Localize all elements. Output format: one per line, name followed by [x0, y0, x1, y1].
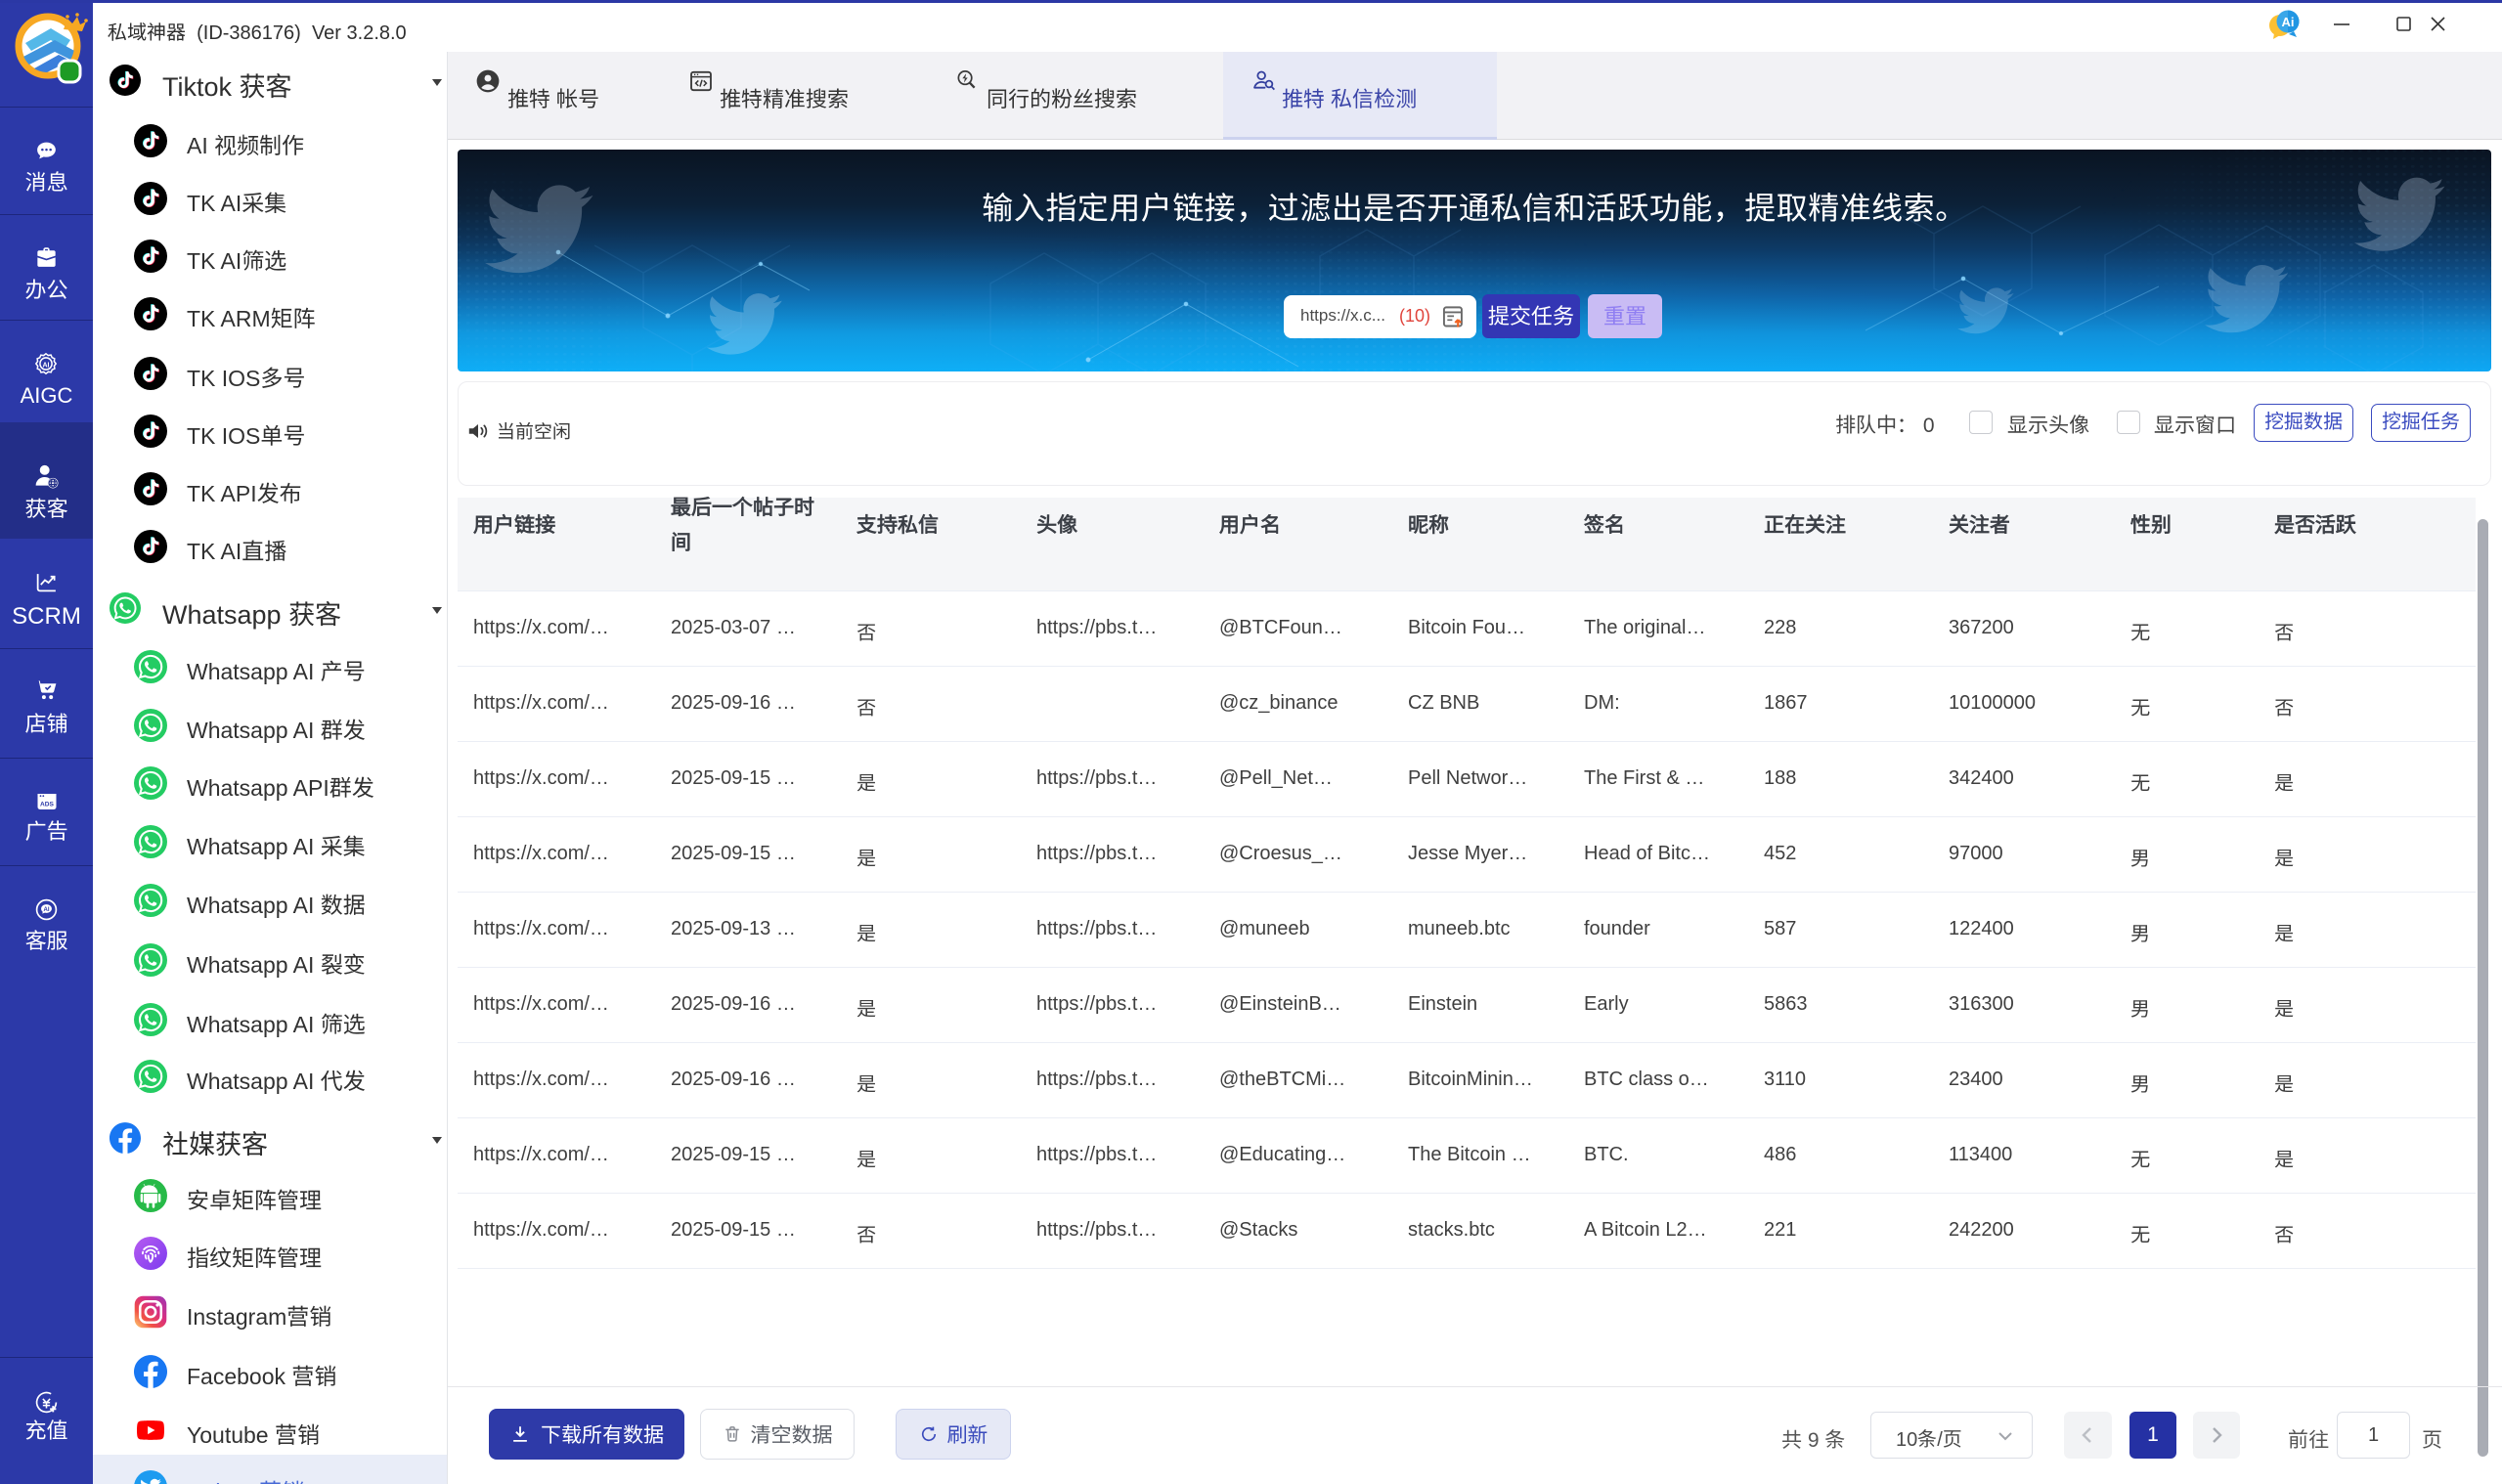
svg-text:AI: AI	[42, 362, 49, 369]
svg-text:AI: AI	[43, 907, 49, 913]
svg-text:Ai: Ai	[2282, 15, 2295, 29]
svg-text:ADS: ADS	[40, 802, 55, 808]
